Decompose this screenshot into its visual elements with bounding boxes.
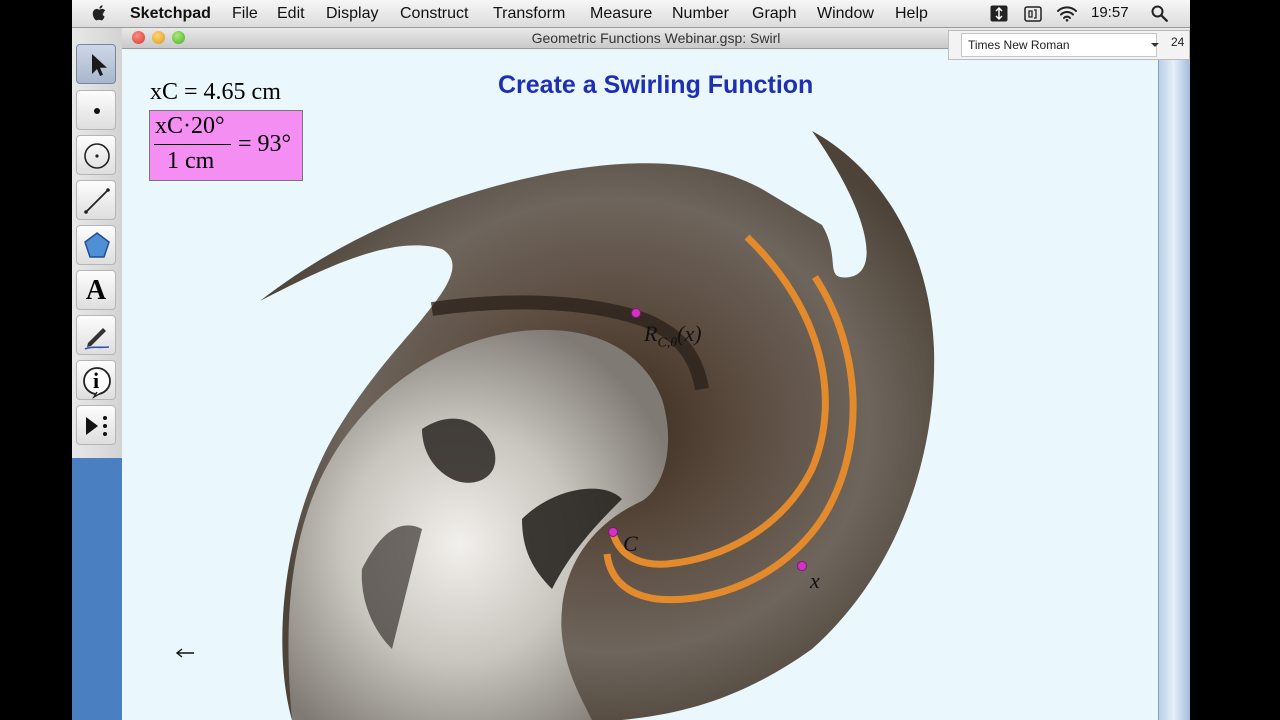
polygon-tool[interactable]	[76, 225, 116, 265]
custom-tools-icon	[86, 416, 107, 436]
wifi-icon[interactable]	[1056, 5, 1078, 22]
page-title: Create a Swirling Function	[498, 71, 814, 99]
text-palette: Times New Roman 24	[948, 30, 1190, 60]
input-menu-icon[interactable]	[1024, 6, 1042, 22]
menu-file[interactable]: File	[232, 5, 258, 23]
menu-number[interactable]: Number	[672, 5, 729, 23]
calc-numerator: xC·20°	[155, 113, 225, 139]
menu-bar: Sketchpad File Edit Display Construct Tr…	[72, 0, 1190, 28]
font-size-select[interactable]: 24	[1171, 35, 1184, 49]
script-menu-icon[interactable]	[990, 5, 1008, 22]
point-tool[interactable]	[76, 90, 116, 130]
menu-graph[interactable]: Graph	[752, 5, 796, 23]
point-x[interactable]	[797, 561, 807, 571]
menu-construct[interactable]: Construct	[400, 5, 468, 23]
center-point-label[interactable]: C	[623, 531, 638, 557]
menu-transform[interactable]: Transform	[493, 5, 565, 23]
measurement-xc[interactable]: xC = 4.65 cm	[150, 79, 281, 106]
calc-denominator: 1 cm	[167, 148, 215, 174]
line-segment-icon	[84, 188, 110, 214]
menu-edit[interactable]: Edit	[277, 5, 305, 23]
font-select[interactable]: Times New Roman	[961, 33, 1157, 57]
info-tool-glyph: i	[92, 368, 100, 393]
apple-icon[interactable]	[92, 4, 108, 22]
left-arrow-icon	[175, 648, 194, 658]
menu-clock[interactable]: 19:57	[1091, 4, 1129, 21]
information-tool[interactable]: i	[76, 360, 116, 400]
menu-app-name[interactable]: Sketchpad	[130, 5, 211, 23]
menu-help[interactable]: Help	[895, 5, 928, 23]
marker-tool[interactable]	[76, 315, 116, 355]
menu-measure[interactable]: Measure	[590, 5, 652, 23]
calc-result: = 93°	[238, 131, 292, 157]
center-point-c[interactable]	[608, 527, 618, 537]
document-window: Geometric Functions Webinar.gsp: Swirl C…	[122, 28, 1190, 720]
straightedge-tool[interactable]	[76, 180, 116, 220]
chevron-down-icon[interactable]	[1150, 41, 1160, 49]
screen: Sketchpad File Edit Display Construct Tr…	[72, 0, 1190, 720]
menu-window[interactable]: Window	[817, 5, 874, 23]
fraction-bar	[154, 144, 231, 145]
sketch-canvas[interactable]: Create a Swirling Function xC = 4.65 cm …	[122, 49, 1158, 720]
point-icon	[94, 108, 100, 114]
menu-display[interactable]: Display	[326, 5, 378, 23]
circle-icon	[84, 143, 110, 169]
x-point-label[interactable]: x	[810, 568, 820, 594]
pentagon-icon	[84, 232, 110, 258]
compass-tool[interactable]	[76, 135, 116, 175]
calculation-box[interactable]: xC·20° 1 cm = 93°	[149, 110, 303, 181]
text-tool-icon: A	[85, 275, 107, 306]
marker-pen-icon	[84, 328, 110, 350]
spotlight-search-icon[interactable]	[1151, 5, 1168, 22]
arrow-select-tool[interactable]	[76, 44, 116, 84]
toolbox: A i	[72, 28, 123, 458]
vertical-scrollbar[interactable]	[1158, 49, 1190, 720]
arrow-cursor-icon	[92, 54, 107, 76]
rotated-point-label[interactable]: RC,θ(x)	[644, 321, 702, 351]
text-tool[interactable]: A	[76, 270, 116, 310]
custom-tool[interactable]	[76, 405, 116, 445]
rotated-point[interactable]	[631, 308, 641, 318]
